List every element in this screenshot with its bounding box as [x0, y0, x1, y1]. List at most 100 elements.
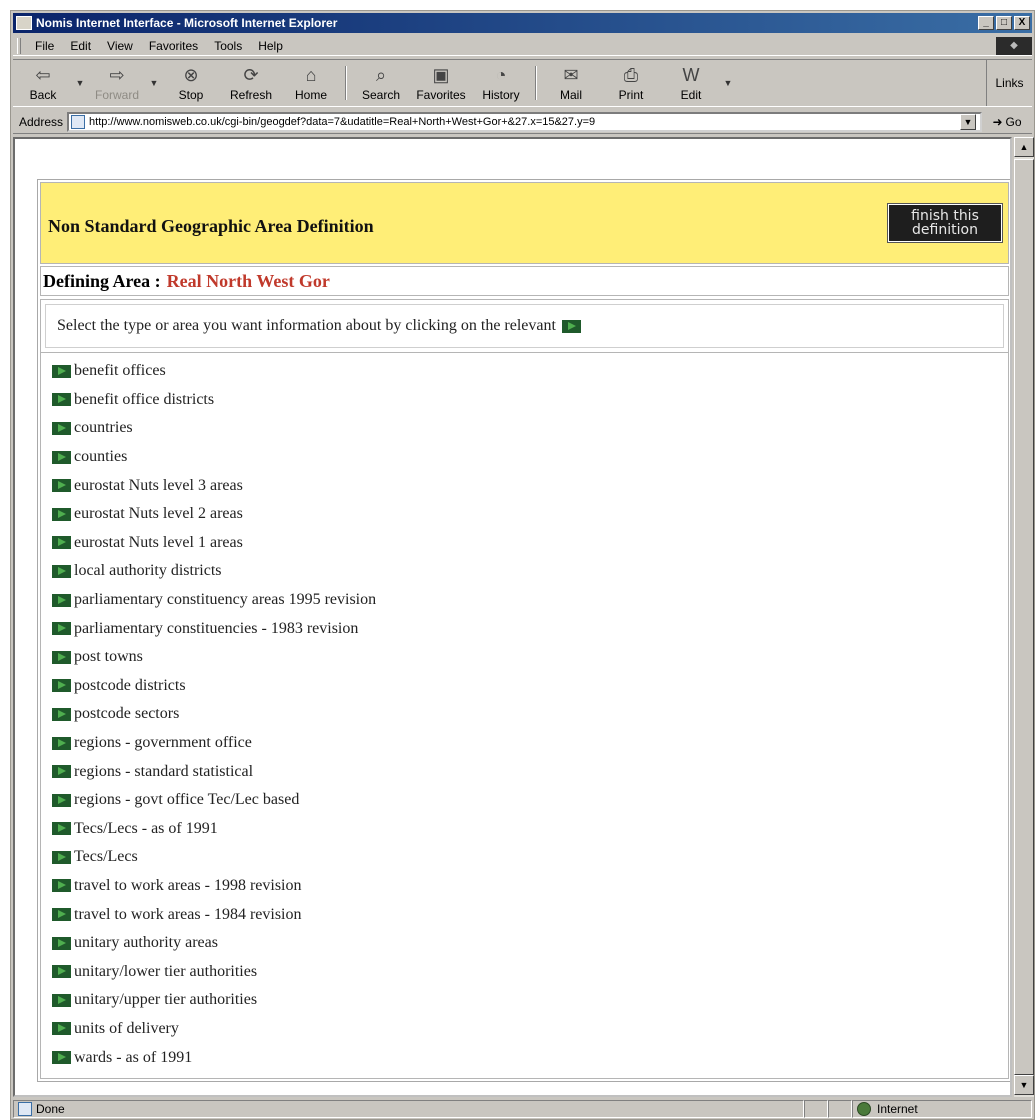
green-flag-icon[interactable] — [52, 993, 71, 1007]
search-button[interactable]: ⌕ Search — [351, 60, 411, 106]
area-type-link[interactable]: eurostat Nuts level 3 areas — [52, 471, 1004, 500]
area-type-link[interactable]: local authority districts — [52, 557, 1004, 586]
edit-button[interactable]: W Edit — [661, 60, 721, 106]
menu-view[interactable]: View — [99, 39, 141, 53]
print-button[interactable]: ⎙ Print — [601, 60, 661, 106]
green-flag-icon[interactable] — [52, 1051, 71, 1065]
area-type-link[interactable]: postcode sectors — [52, 700, 1004, 729]
back-dropdown-icon[interactable]: ▼ — [73, 60, 87, 106]
green-flag-icon[interactable] — [52, 421, 71, 435]
address-url: http://www.nomisweb.co.uk/cgi-bin/geogde… — [89, 115, 596, 128]
area-type-link[interactable]: parliamentary constituency areas 1995 re… — [52, 586, 1004, 615]
history-icon: ◔ — [495, 64, 507, 85]
links-button[interactable]: Links — [986, 60, 1032, 106]
menu-bar: File Edit View Favorites Tools Help ◆ — [13, 36, 1032, 56]
area-type-link[interactable]: counties — [52, 443, 1004, 472]
area-type-link[interactable]: wards - as of 1991 — [52, 1043, 1004, 1072]
area-type-label: benefit office districts — [74, 390, 215, 408]
scroll-up-icon[interactable]: ▲ — [1014, 137, 1034, 157]
area-type-label: counties — [74, 448, 128, 466]
green-flag-icon[interactable] — [52, 879, 71, 893]
area-type-link[interactable]: unitary authority areas — [52, 929, 1004, 958]
menu-help[interactable]: Help — [250, 39, 291, 53]
address-input[interactable]: http://www.nomisweb.co.uk/cgi-bin/geogde… — [67, 111, 982, 132]
area-type-link[interactable]: regions - government office — [52, 729, 1004, 758]
back-button[interactable]: ⇦ Back — [13, 60, 73, 106]
area-type-label: unitary authority areas — [74, 934, 218, 952]
window-title: Nomis Internet Interface - Microsoft Int… — [36, 16, 338, 30]
green-flag-icon[interactable] — [52, 936, 71, 950]
green-flag-icon[interactable] — [52, 393, 71, 407]
menu-edit[interactable]: Edit — [62, 39, 99, 53]
green-flag-icon[interactable] — [52, 650, 71, 664]
refresh-icon: ⟳ — [243, 64, 259, 85]
favorites-label: Favorites — [416, 88, 466, 102]
area-type-link[interactable]: benefit offices — [52, 357, 1004, 386]
green-flag-icon[interactable] — [52, 707, 71, 721]
address-label: Address — [19, 114, 64, 129]
area-type-link[interactable]: benefit office districts — [52, 386, 1004, 415]
area-type-link[interactable]: travel to work areas - 1998 revision — [52, 872, 1004, 901]
mail-button[interactable]: ✉ Mail — [541, 60, 601, 106]
area-type-label: benefit offices — [74, 362, 166, 380]
area-type-link[interactable]: regions - standard statistical — [52, 757, 1004, 786]
area-type-link[interactable]: Tecs/Lecs — [52, 843, 1004, 872]
green-flag-icon[interactable] — [52, 536, 71, 550]
area-type-link[interactable]: unitary/upper tier authorities — [52, 986, 1004, 1015]
go-button[interactable]: ➜ Go — [982, 115, 1032, 129]
green-flag-icon[interactable] — [52, 364, 71, 378]
green-flag-icon[interactable] — [52, 622, 71, 636]
status-pane-empty — [804, 1100, 828, 1118]
address-dropdown-icon[interactable]: ▼ — [960, 113, 976, 130]
area-type-link[interactable]: postcode districts — [52, 672, 1004, 701]
green-flag-icon[interactable] — [52, 793, 71, 807]
windows-logo-icon: ◆ — [996, 36, 1032, 55]
area-type-link[interactable]: parliamentary constituencies - 1983 revi… — [52, 614, 1004, 643]
area-type-link[interactable]: eurostat Nuts level 1 areas — [52, 529, 1004, 558]
menu-favorites[interactable]: Favorites — [141, 39, 206, 53]
green-flag-icon[interactable] — [52, 908, 71, 922]
area-type-link[interactable]: eurostat Nuts level 2 areas — [52, 500, 1004, 529]
forward-dropdown-icon[interactable]: ▼ — [147, 60, 161, 106]
home-button[interactable]: ⌂ Home — [281, 60, 341, 106]
green-flag-icon[interactable] — [52, 564, 71, 578]
scroll-down-icon[interactable]: ▼ — [1014, 1075, 1034, 1095]
forward-button[interactable]: ⇨ Forward — [87, 60, 147, 106]
area-type-link[interactable]: countries — [52, 414, 1004, 443]
scrollbar-thumb[interactable] — [1014, 159, 1034, 1075]
finish-definition-button[interactable]: finish this definition — [887, 203, 1003, 243]
maximize-button[interactable]: □ — [996, 16, 1012, 30]
green-flag-icon[interactable] — [52, 1022, 71, 1036]
area-type-link[interactable]: Tecs/Lecs - as of 1991 — [52, 815, 1004, 844]
green-flag-icon[interactable] — [52, 965, 71, 979]
green-flag-icon[interactable] — [52, 450, 71, 464]
favorites-button[interactable]: ▣ Favorites — [411, 60, 471, 106]
green-flag-icon[interactable] — [52, 765, 71, 779]
menu-file[interactable]: File — [27, 39, 62, 53]
search-icon: ⌕ — [375, 64, 387, 85]
area-type-link[interactable]: post towns — [52, 643, 1004, 672]
history-button[interactable]: ◔ History — [471, 60, 531, 106]
vertical-scrollbar[interactable]: ▲ ▼ — [1014, 137, 1034, 1097]
refresh-button[interactable]: ⟳ Refresh — [221, 60, 281, 106]
area-type-link[interactable]: travel to work areas - 1984 revision — [52, 900, 1004, 929]
print-icon: ⎙ — [623, 64, 639, 85]
area-type-link[interactable]: regions - govt office Tec/Lec based — [52, 786, 1004, 815]
edit-dropdown-icon[interactable]: ▼ — [721, 60, 735, 106]
green-flag-icon[interactable] — [52, 593, 71, 607]
menu-tools[interactable]: Tools — [206, 39, 250, 53]
instruction-row: Select the type or area you want informa… — [45, 304, 1004, 348]
green-flag-icon[interactable] — [52, 679, 71, 693]
minimize-button[interactable]: _ — [978, 16, 994, 30]
close-button[interactable]: X — [1014, 16, 1030, 30]
green-flag-icon[interactable] — [52, 736, 71, 750]
area-type-link[interactable]: unitary/lower tier authorities — [52, 957, 1004, 986]
green-flag-icon[interactable] — [52, 507, 71, 521]
green-flag-icon[interactable] — [52, 822, 71, 836]
green-flag-icon[interactable] — [52, 850, 71, 864]
area-type-link[interactable]: units of delivery — [52, 1015, 1004, 1044]
back-label: Back — [29, 88, 57, 102]
stop-button[interactable]: ⊗ Stop — [161, 60, 221, 106]
status-pane-empty — [828, 1100, 852, 1118]
green-flag-icon[interactable] — [52, 479, 71, 493]
